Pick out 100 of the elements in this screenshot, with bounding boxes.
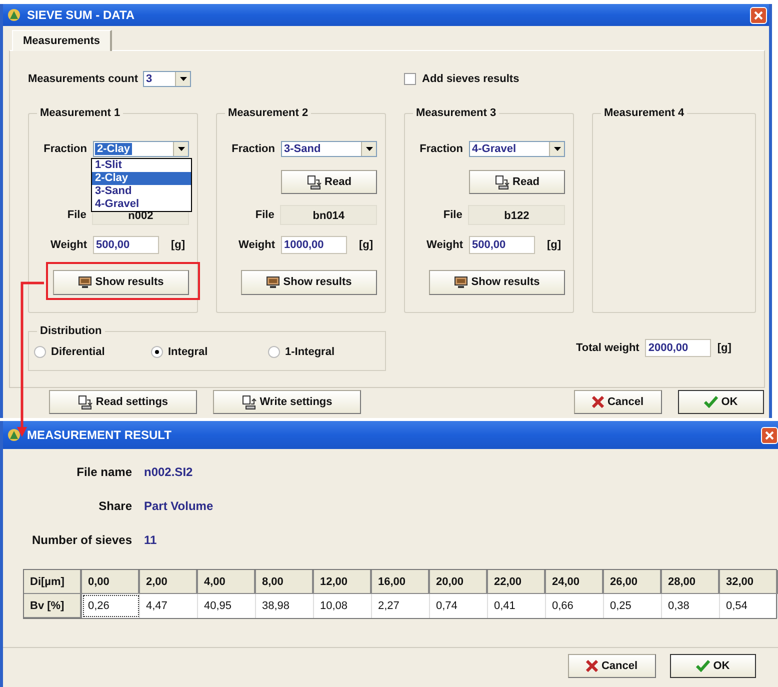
cross-icon — [586, 660, 598, 672]
table-cell[interactable]: 0,66 — [546, 594, 604, 618]
settings-button[interactable]: Write settings — [213, 390, 361, 414]
weight-field[interactable]: 1000,00 — [281, 236, 347, 254]
monitor-icon — [454, 276, 468, 288]
dropdown-option[interactable]: 2-Clay — [92, 172, 191, 185]
dropdown-option[interactable]: 1-Slit — [92, 159, 191, 172]
field-label: Weight — [238, 239, 275, 251]
table-cell[interactable]: 4,47 — [140, 594, 198, 618]
header-cell: 20,00 — [430, 570, 488, 594]
table-cell[interactable]: 0,26 — [82, 594, 140, 618]
total-weight-field[interactable]: 2000,00 — [645, 339, 712, 357]
table-cell[interactable]: 0,74 — [430, 594, 488, 618]
header-cell: 32,00 — [720, 570, 778, 594]
app-icon — [7, 428, 21, 442]
checkbox-label: Add sieves results — [422, 73, 520, 85]
checkmark-icon — [704, 396, 718, 408]
table-cell[interactable]: 2,27 — [372, 594, 430, 618]
field-label: File — [442, 209, 462, 221]
read-button[interactable]: Read — [281, 170, 377, 194]
group-title: Measurement 4 — [601, 107, 688, 119]
cancel-button[interactable]: Cancel — [568, 654, 656, 678]
field-value: n002.SI2 — [144, 465, 193, 479]
table-cell[interactable]: 0,25 — [604, 594, 662, 618]
header-cell: 12,00 — [314, 570, 372, 594]
close-icon — [765, 430, 774, 440]
app-icon — [7, 8, 21, 22]
ok-button[interactable]: OK — [678, 390, 764, 414]
radio-button[interactable] — [268, 346, 280, 358]
unit-label: [g] — [359, 239, 374, 251]
caret-icon — [554, 147, 560, 151]
caret-icon — [178, 147, 184, 151]
table-cell[interactable]: 38,98 — [256, 594, 314, 618]
fraction-dropdown[interactable]: 4-Gravel — [469, 141, 565, 157]
field-value: 11 — [144, 533, 157, 547]
field-label: Fraction — [418, 143, 463, 155]
header-cell: 26,00 — [604, 570, 662, 594]
header-cell: 8,00 — [256, 570, 314, 594]
header-cell: 22,00 — [488, 570, 546, 594]
document-arrow-icon — [242, 394, 257, 410]
close-button[interactable] — [750, 6, 767, 24]
weight-field[interactable]: 500,00 — [469, 236, 535, 254]
checkbox[interactable] — [404, 73, 416, 85]
table-cell[interactable]: 0,38 — [662, 594, 720, 618]
header-cell: Di[µm] — [24, 570, 82, 594]
close-button[interactable] — [761, 426, 778, 444]
document-arrow-icon — [78, 394, 93, 410]
radio-button[interactable] — [151, 346, 163, 358]
header-cell: 16,00 — [372, 570, 430, 594]
read-button[interactable]: Read — [469, 170, 565, 194]
header-cell: 0,00 — [82, 570, 140, 594]
field-label: File name — [76, 465, 132, 479]
document-arrow-icon — [494, 174, 510, 190]
cancel-button[interactable]: Cancel — [574, 390, 662, 414]
ok-button[interactable]: OK — [670, 654, 756, 678]
group-title: Measurement 2 — [225, 107, 312, 119]
radio-button[interactable] — [34, 346, 46, 358]
field-value: Part Volume — [144, 499, 214, 513]
cross-icon — [592, 396, 604, 408]
radio-label: Diferential — [51, 346, 105, 358]
field-label: Weight — [426, 239, 463, 251]
group-title: Measurement 3 — [413, 107, 500, 119]
field-label: Number of sieves — [30, 533, 132, 547]
field-label: Total weight — [576, 342, 640, 354]
field-label: Measurements count — [28, 73, 138, 85]
unit-label: [g] — [547, 239, 562, 251]
show-results-button[interactable]: Show results — [53, 270, 189, 294]
count-dropdown[interactable]: 3 — [143, 71, 192, 87]
file-name-field: bn014 — [280, 205, 377, 225]
monitor-icon — [266, 276, 280, 288]
show-results-button[interactable]: Show results — [241, 270, 377, 294]
document-arrow-icon — [306, 174, 322, 190]
close-icon — [754, 10, 763, 20]
fraction-dropdown[interactable]: 3-Sand — [281, 141, 377, 157]
table-cell[interactable]: 40,95 — [198, 594, 256, 618]
window-title: MEASUREMENT RESULT — [27, 428, 172, 442]
field-label: Weight — [50, 239, 87, 251]
table-cell[interactable]: 0,54 — [720, 594, 778, 618]
radio-label: Integral — [168, 346, 208, 358]
tab[interactable]: Measurements — [12, 30, 112, 51]
header-cell: 24,00 — [546, 570, 604, 594]
unit-label: [g] — [717, 342, 732, 354]
header-cell: 28,00 — [662, 570, 720, 594]
monitor-icon — [78, 276, 92, 288]
header-cell: 4,00 — [198, 570, 256, 594]
weight-field[interactable]: 500,00 — [93, 236, 159, 254]
fraction-dropdown[interactable]: 2-Clay — [93, 141, 189, 157]
file-name-field: b122 — [468, 205, 565, 225]
field-label: Fraction — [230, 143, 275, 155]
header-cell: Bv [%] — [24, 594, 82, 618]
field-label: Share — [98, 499, 132, 513]
unit-label: [g] — [171, 239, 186, 251]
caret-icon — [180, 77, 187, 81]
dropdown-option[interactable]: 3-Sand — [92, 185, 191, 198]
table-cell[interactable]: 10,08 — [314, 594, 372, 618]
table-cell[interactable]: 0,41 — [488, 594, 546, 618]
settings-button[interactable]: Read settings — [49, 390, 197, 414]
group-title: Distribution — [37, 325, 105, 337]
window-title: SIEVE SUM - DATA — [27, 8, 135, 22]
show-results-button[interactable]: Show results — [429, 270, 565, 294]
